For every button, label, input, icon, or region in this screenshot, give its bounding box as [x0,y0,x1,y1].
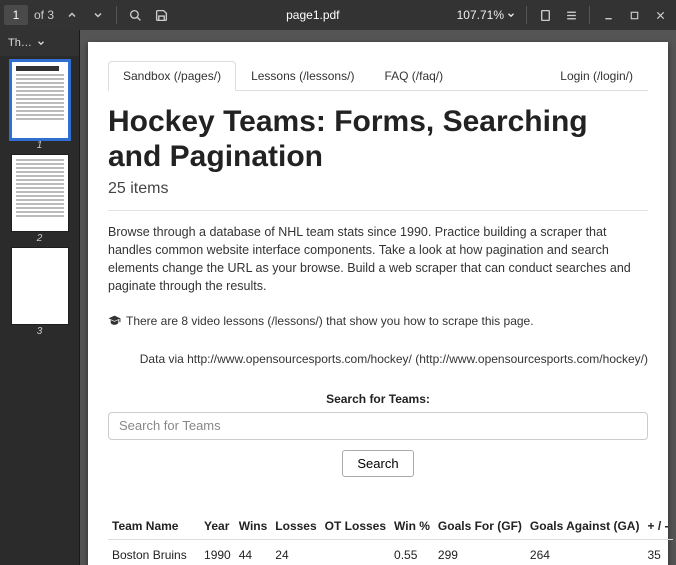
sidebar-header-label: Th… [8,37,32,49]
col-goals-for: Goals For (GF) [434,513,526,540]
pdf-page-1: Sandbox (/pages/) Lessons (/lessons/) FA… [88,42,668,565]
zoom-search-button[interactable] [123,3,147,27]
col-win-pct: Win % [390,513,434,540]
page-icon [539,9,552,22]
thumbnail-2[interactable]: 2 [10,155,69,244]
col-year: Year [200,513,235,540]
search-icon [129,9,142,22]
table-header-row: Team Name Year Wins Losses OT Losses Win… [108,513,673,540]
menu-icon [565,9,578,22]
col-losses: Losses [271,513,320,540]
close-icon [655,10,666,21]
save-icon [155,9,168,22]
window-maximize-button[interactable] [622,3,646,27]
page-count-label: of 3 [30,8,58,22]
data-source: Data via http://www.opensourcesports.com… [108,352,648,366]
chevron-up-icon [66,9,78,21]
thumbnail-1-number: 1 [37,140,43,151]
team-search-input[interactable] [108,412,648,440]
thumbnail-sidebar: Th… 1 [0,30,80,565]
chevron-down-icon [92,9,104,21]
page-description: Browse through a database of NHL team st… [108,223,648,296]
teams-table: Team Name Year Wins Losses OT Losses Win… [108,513,673,565]
zoom-level-label: 107.71% [457,8,504,22]
col-goals-against: Goals Against (GA) [526,513,644,540]
prev-page-button[interactable] [60,3,84,27]
graduation-cap-icon [108,314,121,327]
tab-sandbox[interactable]: Sandbox (/pages/) [108,61,236,91]
col-plus-minus: + / - [643,513,672,540]
page-number-input[interactable] [4,5,28,25]
sidebar-header[interactable]: Th… [0,30,79,56]
thumbnail-3[interactable]: 3 [10,248,69,337]
thumbnail-1[interactable]: 1 [10,62,69,151]
chevron-down-icon [36,38,46,48]
item-count: 25 items [108,180,648,198]
menu-button[interactable] [559,3,583,27]
save-button[interactable] [149,3,173,27]
thumbnail-3-number: 3 [37,326,43,337]
page-title: Hockey Teams: Forms, Searching and Pagin… [108,105,648,174]
zoom-level-dropdown[interactable]: 107.71% [453,8,520,22]
table-row: Boston Bruins 1990 44 24 0.55 299 264 35 [108,539,673,565]
tab-lessons[interactable]: Lessons (/lessons/) [236,61,369,91]
col-wins: Wins [235,513,272,540]
document-title: page1.pdf [286,8,339,22]
window-close-button[interactable] [648,3,672,27]
col-ot-losses: OT Losses [321,513,390,540]
lessons-note-text: There are 8 video lessons (/lessons/) th… [126,314,534,328]
pdf-toolbar: of 3 page1.pdf 107.71% [0,0,676,30]
thumbnail-2-number: 2 [37,233,43,244]
chevron-down-icon [506,10,516,20]
search-button[interactable]: Search [342,450,413,477]
lessons-note: There are 8 video lessons (/lessons/) th… [108,314,648,328]
maximize-icon [629,10,640,21]
col-team-name: Team Name [108,513,200,540]
minimize-icon [603,10,614,21]
thumbnail-list: 1 2 3 [0,56,79,565]
tab-faq[interactable]: FAQ (/faq/) [369,61,458,91]
document-viewer[interactable]: Sandbox (/pages/) Lessons (/lessons/) FA… [80,30,676,565]
search-label: Search for Teams: [108,392,648,406]
window-minimize-button[interactable] [596,3,620,27]
page-view-button[interactable] [533,3,557,27]
next-page-button[interactable] [86,3,110,27]
page-tabs: Sandbox (/pages/) Lessons (/lessons/) FA… [108,60,648,91]
tab-login[interactable]: Login (/login/) [545,61,648,91]
